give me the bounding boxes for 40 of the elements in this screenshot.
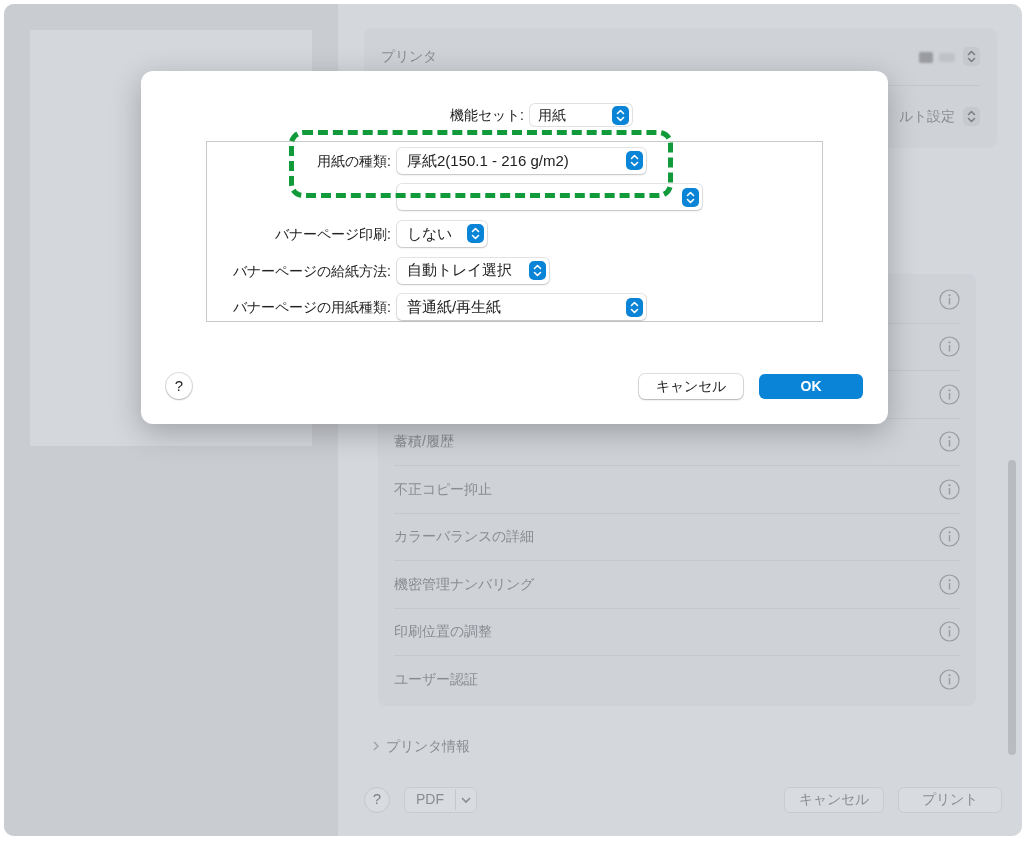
setting-label: バナーページ印刷: xyxy=(275,226,391,242)
info-icon[interactable] xyxy=(939,526,960,548)
popup-arrows-icon xyxy=(626,151,643,171)
option-label: 機密管理ナンバリング xyxy=(394,574,534,594)
info-icon[interactable] xyxy=(939,336,960,358)
info-icon[interactable] xyxy=(939,288,960,310)
cancel-button[interactable]: キャンセル xyxy=(639,373,743,399)
setting-label: 用紙の種類: xyxy=(317,152,391,169)
option-label: ユーザー認証 xyxy=(394,670,478,690)
popup-arrows-icon xyxy=(467,224,484,244)
popup-arrows-icon xyxy=(611,105,629,125)
option-label: 不正コピー抑止 xyxy=(394,479,492,499)
setting-popup[interactable]: 厚紙2(150.1 - 216 g/m2) xyxy=(397,147,646,174)
setting-label: バナーページの用紙種類: xyxy=(233,299,391,316)
help-button[interactable]: ? xyxy=(166,373,192,399)
info-icon[interactable] xyxy=(939,478,960,500)
ok-button[interactable]: OK xyxy=(759,373,863,399)
disclosure-chevron-icon[interactable] xyxy=(372,740,380,752)
feature-set-label: 機能セット: xyxy=(450,105,524,125)
option-label: 蓄積/履歴 xyxy=(394,432,454,452)
feature-set-popup[interactable]: 用紙 xyxy=(529,104,632,126)
popup-arrows-icon xyxy=(963,47,980,66)
preset-value: ルト設定 xyxy=(899,106,955,126)
printer-label: プリンタ xyxy=(381,47,437,66)
setting-popup[interactable]: 普通紙/再生紙 xyxy=(397,294,646,321)
info-icon[interactable] xyxy=(939,573,960,595)
setting-popup[interactable]: 自動トレイ選択 xyxy=(397,257,549,284)
info-icon[interactable] xyxy=(939,621,960,643)
info-icon[interactable] xyxy=(939,431,960,453)
info-icon[interactable] xyxy=(939,383,960,405)
setting-label: バナーページの給紙方法: xyxy=(233,262,391,279)
option-label: カラーバランスの詳細 xyxy=(394,527,534,547)
setting-popup[interactable] xyxy=(397,184,702,211)
popup-arrows-icon xyxy=(529,261,546,281)
popup-arrows-icon xyxy=(682,187,699,207)
setting-popup[interactable]: しない xyxy=(397,221,487,247)
option-label: 印刷位置の調整 xyxy=(394,622,492,642)
popup-arrows-icon xyxy=(963,106,980,126)
popup-arrows-icon xyxy=(626,297,643,317)
info-icon[interactable] xyxy=(939,669,960,691)
